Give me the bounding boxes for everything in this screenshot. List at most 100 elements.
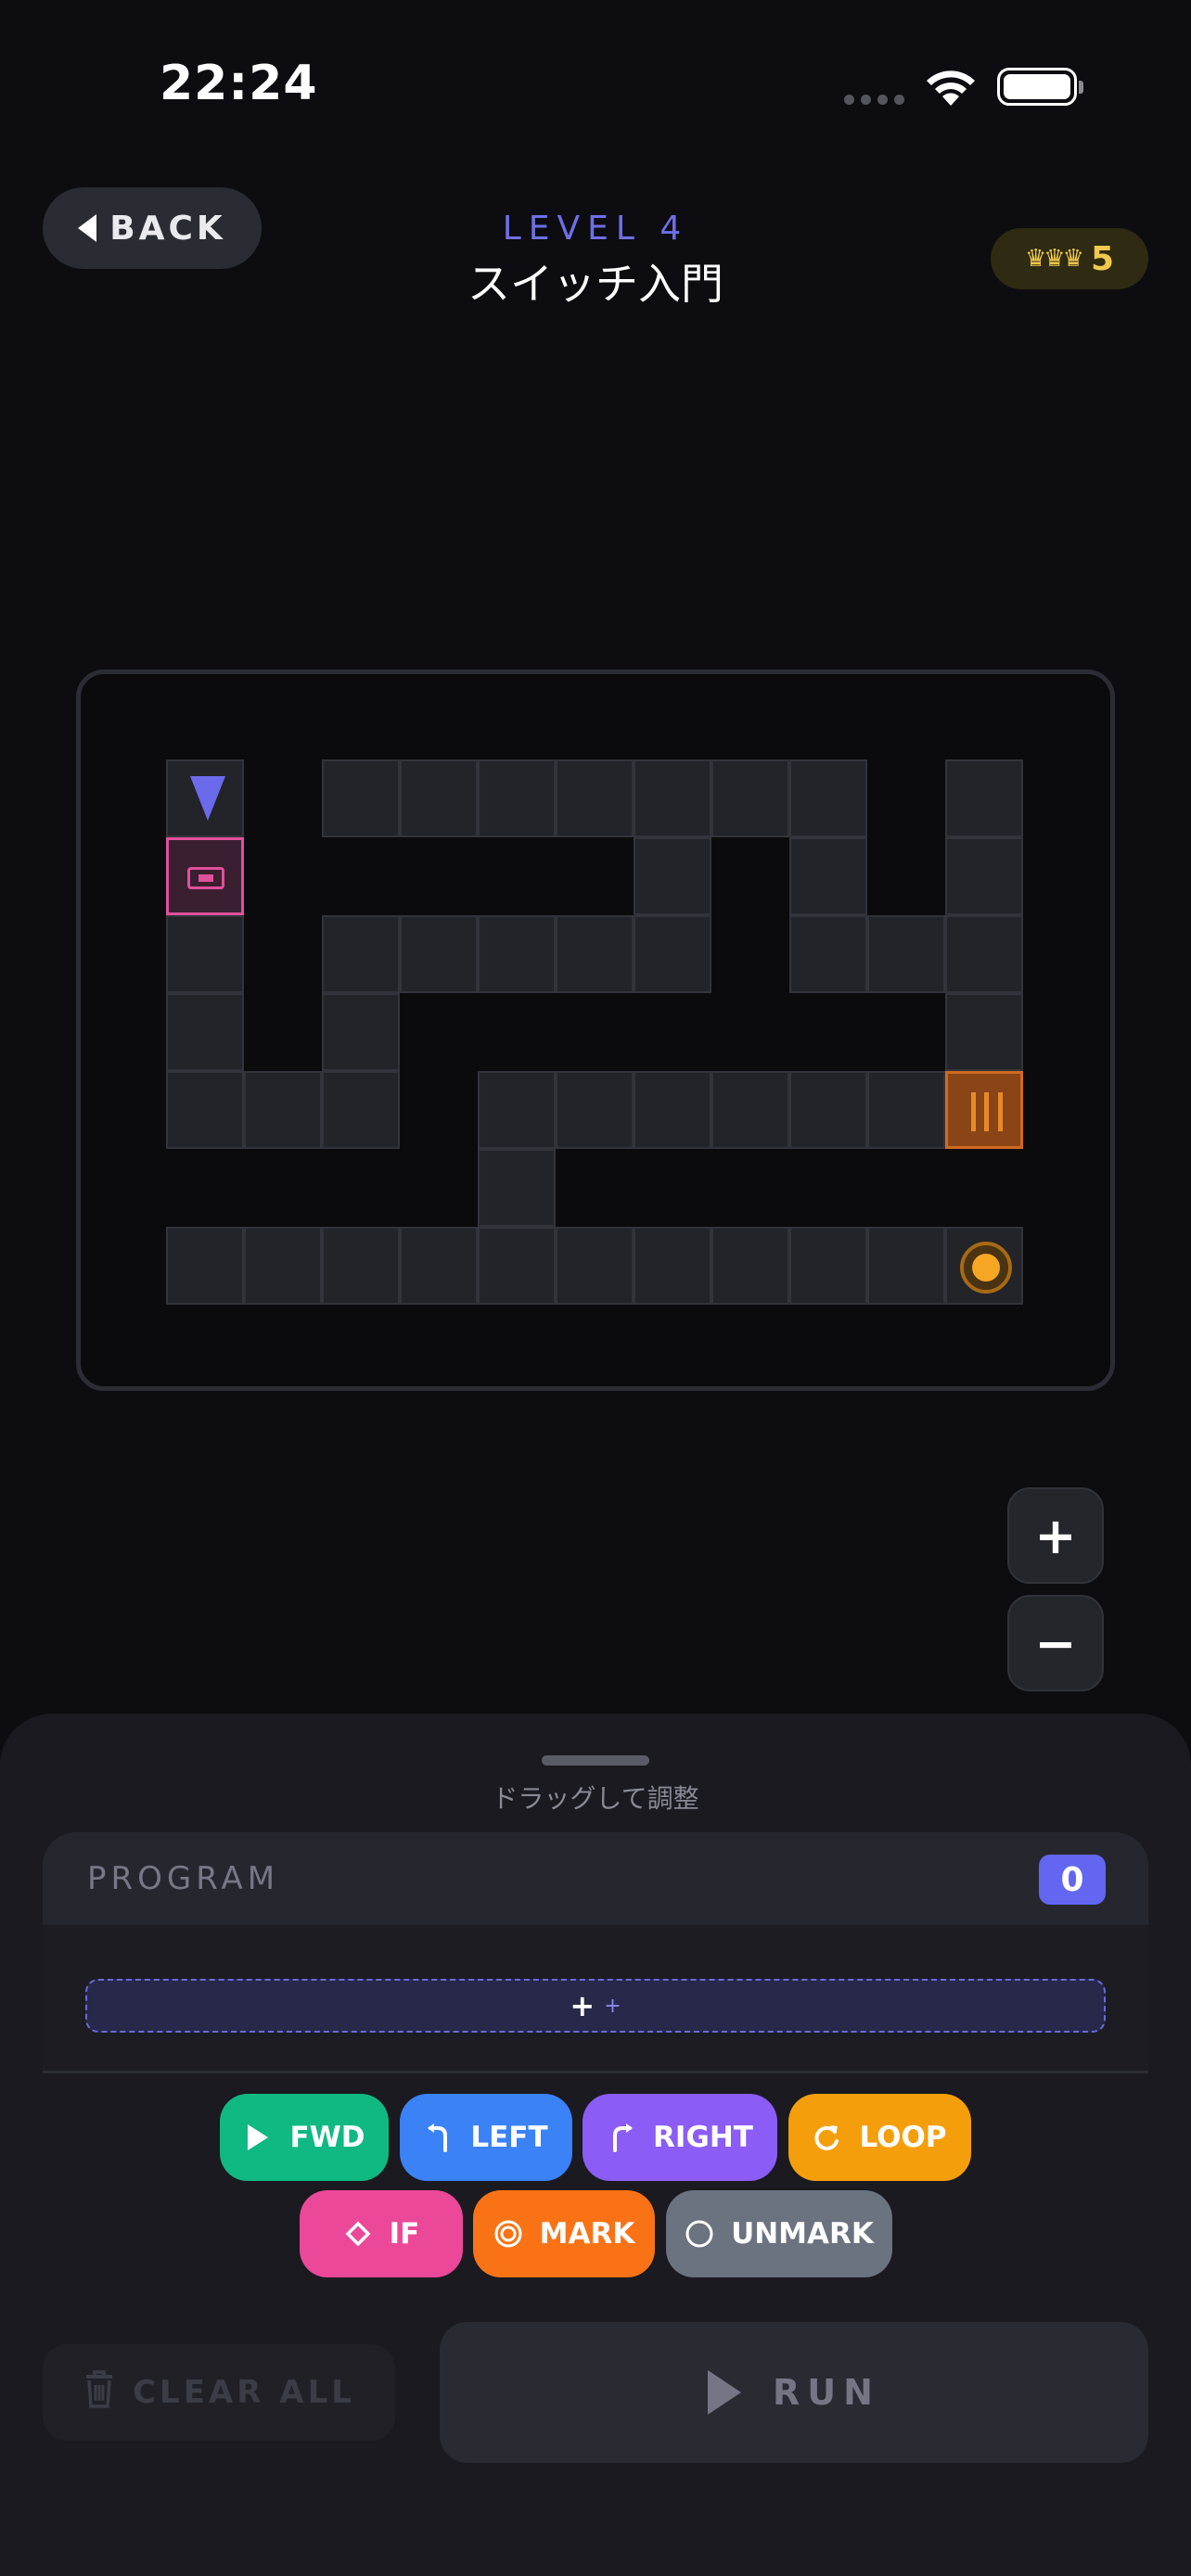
loop-label: LOOP — [859, 2121, 947, 2154]
maze-tile — [789, 837, 867, 915]
clear-all-button[interactable]: CLEAR ALL — [43, 2344, 395, 2441]
maze-tile — [711, 1227, 789, 1305]
maze-tile — [244, 1071, 322, 1149]
gate-tile — [945, 1071, 1023, 1149]
maze-tile — [322, 915, 400, 993]
program-count-badge: 0 — [1039, 1855, 1106, 1905]
zoom-out-button[interactable]: − — [1007, 1595, 1104, 1691]
left-button[interactable]: LEFT — [400, 2094, 572, 2181]
mark-icon — [493, 2219, 523, 2249]
maze-tile — [322, 1227, 400, 1305]
program-body: + + — [43, 1925, 1148, 2073]
maze-tile — [634, 759, 711, 837]
maze-tile — [166, 1227, 244, 1305]
loop-icon — [813, 2123, 842, 2152]
maze-tile — [945, 993, 1023, 1071]
fwd-button[interactable]: FWD — [220, 2094, 389, 2181]
unmark-button[interactable]: UNMARK — [666, 2190, 892, 2277]
maze-tile — [556, 915, 634, 993]
maze-tile — [478, 1227, 556, 1305]
maze-tile — [322, 993, 400, 1071]
maze-tile — [634, 915, 711, 993]
maze-tile — [400, 759, 478, 837]
run-button[interactable]: RUN — [440, 2322, 1148, 2463]
mark-button[interactable]: MARK — [473, 2190, 655, 2277]
plus-icon: + — [570, 1988, 596, 2023]
robot-start-tile — [166, 759, 244, 837]
signal-icon — [844, 95, 904, 105]
unmark-label: UNMARK — [731, 2217, 874, 2251]
if-button[interactable]: IF — [300, 2190, 463, 2277]
run-label: RUN — [773, 2372, 880, 2413]
maze-tile — [867, 1071, 945, 1149]
maze-tile — [322, 1071, 400, 1149]
turn-right-icon — [607, 2123, 636, 2152]
mark-label: MARK — [539, 2217, 635, 2251]
program-header: PROGRAM 0 — [43, 1832, 1148, 1925]
circle-icon — [685, 2219, 714, 2249]
play-icon — [708, 2370, 742, 2415]
if-label: IF — [389, 2217, 420, 2251]
maze-tile — [556, 1071, 634, 1149]
right-button[interactable]: RIGHT — [583, 2094, 777, 2181]
maze-tile — [711, 759, 789, 837]
maze-tile — [789, 1071, 867, 1149]
play-icon — [243, 2123, 273, 2152]
switch-icon — [187, 867, 224, 889]
maze-tile — [711, 1071, 789, 1149]
left-label: LEFT — [470, 2121, 548, 2154]
maze-tile — [478, 759, 556, 837]
loop-button[interactable]: LOOP — [788, 2094, 971, 2181]
app-screen: 22:24 BACK LEVEL 4 スイッチ入門 ♛♛♛ 5 + − ドラッグ… — [0, 0, 1191, 2576]
maze-tile — [478, 915, 556, 993]
bottom-sheet: ドラッグして調整 PROGRAM 0 + + FWD LEFT RIGHT LO… — [0, 1714, 1191, 2576]
clear-all-label: CLEAR ALL — [133, 2374, 355, 2411]
maze-tile — [166, 993, 244, 1071]
maze-tile — [556, 759, 634, 837]
stars-badge: ♛♛♛ 5 — [991, 228, 1148, 289]
maze-tile — [166, 1071, 244, 1149]
zoom-in-button[interactable]: + — [1007, 1487, 1104, 1584]
maze-tile — [945, 837, 1023, 915]
maze-tile — [400, 1227, 478, 1305]
maze-tile — [322, 759, 400, 837]
game-board — [76, 670, 1115, 1391]
program-label: PROGRAM — [87, 1860, 280, 1897]
maze-tile — [945, 915, 1023, 993]
trash-icon — [83, 2369, 116, 2417]
maze-tile — [556, 1227, 634, 1305]
crown-icon: ♛♛♛ — [1025, 245, 1084, 273]
maze-tile — [478, 1149, 556, 1227]
program-panel: PROGRAM 0 + + — [43, 1832, 1148, 2073]
maze-tile — [789, 759, 867, 837]
maze-tile — [166, 915, 244, 993]
maze-tile — [400, 915, 478, 993]
maze-tile — [634, 1071, 711, 1149]
goal-tile — [945, 1227, 1023, 1305]
right-label: RIGHT — [653, 2121, 753, 2154]
maze-tile — [634, 1227, 711, 1305]
goal-icon — [960, 1242, 1012, 1294]
turn-left-icon — [424, 2123, 454, 2152]
plus-small-icon: + — [604, 1994, 621, 2018]
status-time: 22:24 — [160, 56, 318, 111]
maze-tile — [634, 837, 711, 915]
sheet-drag-handle[interactable] — [542, 1755, 649, 1766]
maze-tile — [867, 1227, 945, 1305]
maze-tile — [945, 759, 1023, 837]
switch-tile — [166, 837, 244, 915]
battery-icon — [997, 68, 1083, 106]
maze-tile — [789, 1227, 867, 1305]
drag-hint: ドラッグして調整 — [492, 1783, 699, 1814]
wifi-icon — [927, 70, 975, 106]
robot-icon — [190, 776, 225, 821]
maze-grid — [166, 759, 1034, 1305]
maze-tile — [867, 915, 945, 993]
add-command-slot[interactable]: + + — [85, 1979, 1106, 2033]
diamond-icon — [343, 2219, 373, 2249]
maze-tile — [478, 1071, 556, 1149]
maze-tile — [789, 915, 867, 993]
maze-tile — [244, 1227, 322, 1305]
gate-bars-icon — [971, 1092, 1003, 1131]
fwd-label: FWD — [289, 2121, 365, 2154]
